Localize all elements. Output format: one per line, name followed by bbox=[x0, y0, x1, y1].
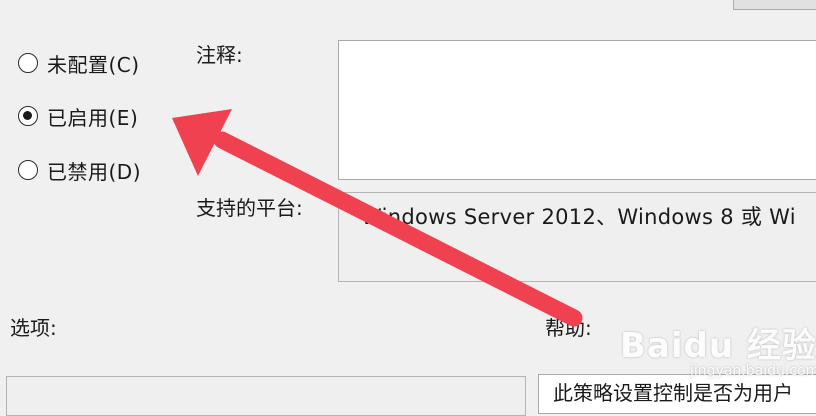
watermark-sub: jingyan.baidu.com bbox=[690, 363, 816, 379]
watermark-main: Baidu 经验 bbox=[620, 326, 816, 366]
watermark-logo: Baidu 经验 jingyan.baidu.com bbox=[620, 318, 816, 379]
